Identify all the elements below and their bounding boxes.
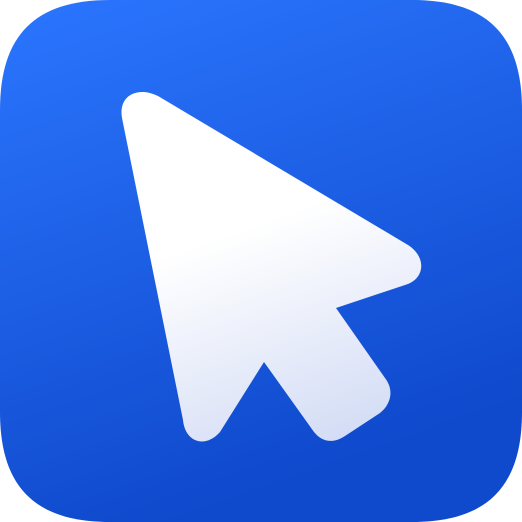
app-icon[interactable] [0, 0, 522, 522]
app-icon-graphic [0, 0, 522, 522]
